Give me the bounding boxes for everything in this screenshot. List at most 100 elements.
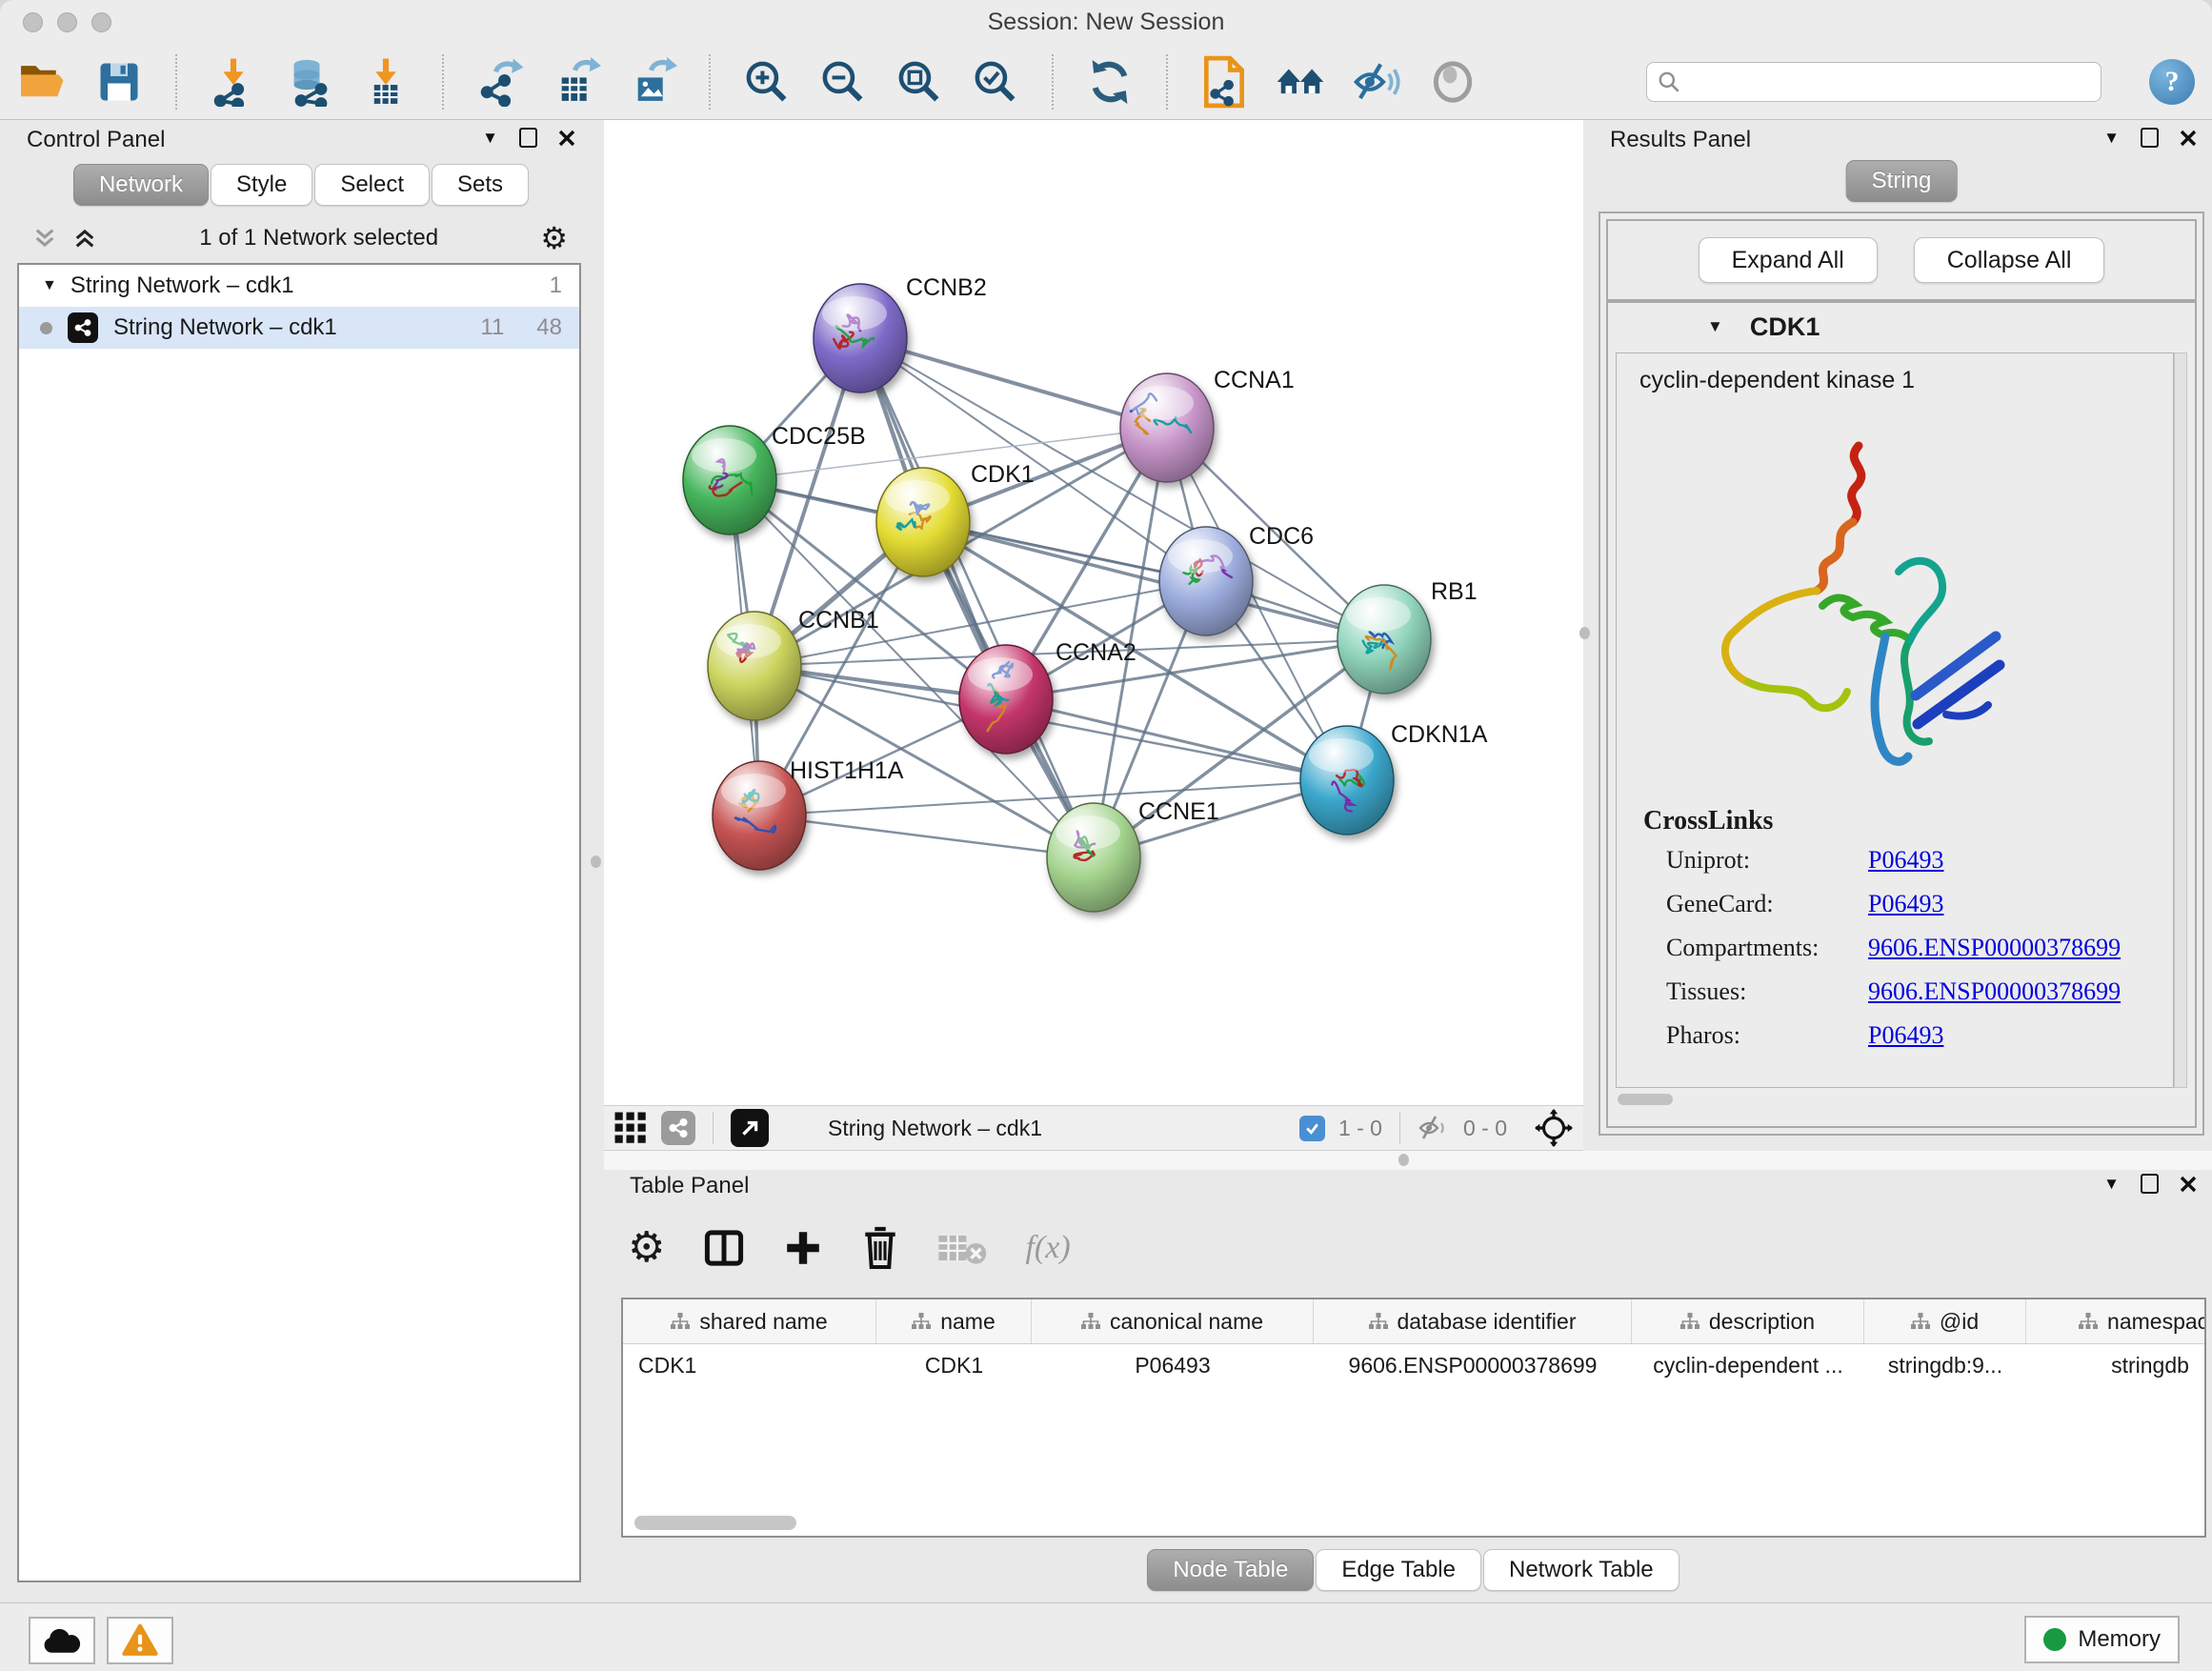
tab-node-table[interactable]: Node Table (1147, 1549, 1314, 1591)
zoom-in-icon[interactable] (741, 55, 793, 109)
import-table-icon[interactable] (360, 55, 412, 109)
column-header-name[interactable]: name (876, 1299, 1032, 1343)
tree-expand-icon[interactable]: ▼ (42, 277, 57, 294)
network-canvas[interactable]: CCNB2CCNA1CDC25BCDK1CDC6RB1CCNB1CCNA2CDK… (604, 120, 1583, 1105)
float-panel-icon[interactable] (2141, 128, 2159, 148)
column-hierarchy-icon (1911, 1313, 1930, 1330)
collapse-panel-icon[interactable]: ▼ (482, 129, 498, 148)
gene-section-header[interactable]: ▼ CDK1 (1608, 303, 2195, 351)
node-CCNA2[interactable] (959, 645, 1053, 754)
node-RB1[interactable] (1337, 585, 1431, 694)
node-gloss (822, 296, 887, 331)
node-CDC6[interactable] (1159, 527, 1253, 635)
collapse-panel-icon[interactable]: ▼ (2103, 1175, 2120, 1194)
zoom-fit-icon[interactable] (894, 55, 945, 109)
network-row[interactable]: String Network – cdk1 11 48 (19, 307, 579, 349)
results-horizontal-scroll-thumb[interactable] (1618, 1094, 1673, 1105)
column-header-database-identifier[interactable]: database identifier (1314, 1299, 1632, 1343)
table-horizontal-scroll-thumb[interactable] (634, 1516, 796, 1530)
create-column-icon[interactable] (783, 1228, 823, 1268)
warnings-button[interactable] (107, 1617, 173, 1664)
node-CDC25B[interactable] (683, 426, 776, 534)
memory-button[interactable]: Memory (2024, 1616, 2180, 1663)
zoom-selected-icon[interactable] (970, 55, 1021, 109)
network-options-gear-icon[interactable]: ⚙ (540, 220, 568, 256)
birds-eye-view-icon[interactable] (613, 1111, 648, 1145)
node-CCNB2[interactable] (814, 284, 907, 393)
crosslink-link[interactable]: 9606.ENSP00000378699 (1868, 934, 2121, 962)
string-results-container: Expand All Collapse All ▼ CDK1 cyclin-de… (1599, 211, 2204, 1136)
fit-selected-crosshair-icon[interactable] (1534, 1108, 1574, 1148)
zoom-out-icon[interactable] (817, 55, 869, 109)
export-table-icon[interactable] (551, 55, 602, 109)
crosslink-link[interactable]: P06493 (1868, 890, 1943, 918)
crosslink-link[interactable]: P06493 (1868, 1021, 1943, 1050)
column-header-@id[interactable]: @id (1864, 1299, 2026, 1343)
collapse-panel-icon[interactable]: ▼ (2103, 129, 2120, 148)
node-CDKN1A[interactable] (1300, 726, 1394, 835)
close-panel-icon[interactable] (2180, 130, 2197, 147)
column-header-canonical-name[interactable]: canonical name (1032, 1299, 1314, 1343)
tab-sets[interactable]: Sets (432, 164, 529, 206)
help-button[interactable]: ? (2149, 59, 2195, 105)
delete-column-icon[interactable] (861, 1226, 899, 1270)
network-selection-row: 1 of 1 Network selected ⚙ (19, 215, 583, 261)
tab-style[interactable]: Style (211, 164, 312, 206)
network-share-icon[interactable] (661, 1111, 695, 1145)
show-columns-icon[interactable] (703, 1227, 745, 1269)
selected-checkbox-icon[interactable] (1299, 1116, 1325, 1141)
float-panel-icon[interactable] (2141, 1174, 2159, 1194)
network-collection-row[interactable]: ▼ String Network – cdk1 1 (19, 265, 579, 307)
section-expand-icon[interactable]: ▼ (1707, 317, 1723, 336)
search-input[interactable] (1689, 69, 2091, 95)
tab-network-table[interactable]: Network Table (1483, 1549, 1679, 1591)
tab-edge-table[interactable]: Edge Table (1316, 1549, 1481, 1591)
tab-select[interactable]: Select (314, 164, 430, 206)
import-network-database-icon[interactable] (284, 55, 335, 109)
close-panel-icon[interactable] (558, 130, 575, 147)
clear-table-icon[interactable] (937, 1230, 987, 1266)
table-options-gear-icon[interactable]: ⚙ (628, 1227, 665, 1269)
function-builder-icon[interactable]: f(x) (1025, 1230, 1070, 1266)
collapse-all-button[interactable]: Collapse All (1914, 237, 2105, 283)
edge-CCNA2-CDKN1A[interactable] (1006, 699, 1347, 780)
search-field[interactable] (1646, 62, 2101, 102)
tab-string[interactable]: String (1846, 160, 1958, 202)
node-CCNE1[interactable] (1047, 803, 1140, 912)
table-panel-window-controls: ▼ (2103, 1174, 2197, 1194)
export-image-icon[interactable] (627, 55, 678, 109)
hide-selected-eye-icon[interactable] (1351, 55, 1402, 109)
detach-view-icon[interactable] (731, 1109, 769, 1147)
export-network-icon[interactable] (474, 55, 526, 109)
cloud-button[interactable] (29, 1617, 95, 1664)
tab-network[interactable]: Network (73, 164, 209, 206)
open-session-icon[interactable] (17, 55, 69, 109)
save-session-icon[interactable] (93, 55, 145, 109)
crosslink-link[interactable]: 9606.ENSP00000378699 (1868, 977, 2121, 1006)
expand-all-button[interactable]: Expand All (1699, 237, 1878, 283)
column-header-namespace[interactable]: namespace (2026, 1299, 2206, 1343)
column-header-description[interactable]: description (1632, 1299, 1864, 1343)
node-CCNA1[interactable] (1120, 373, 1214, 482)
expand-all-networks-icon[interactable] (72, 226, 97, 251)
import-network-file-icon[interactable] (208, 55, 259, 109)
node-table[interactable]: shared namenamecanonical namedatabase id… (621, 1298, 2206, 1538)
string-export-document-icon[interactable] (1198, 55, 1250, 109)
refresh-icon[interactable] (1084, 55, 1136, 109)
float-panel-icon[interactable] (519, 128, 537, 148)
crosslink-link[interactable]: P06493 (1868, 846, 1943, 875)
results-vertical-scrollbar[interactable] (2174, 352, 2187, 1088)
collapse-all-networks-icon[interactable] (32, 226, 57, 251)
splitter-handle[interactable] (1398, 1154, 1409, 1166)
table-panel: Table Panel ▼ ⚙ f(x) shared namenamecano… (614, 1170, 2212, 1603)
node-CCNB1[interactable] (708, 612, 801, 720)
close-panel-icon[interactable] (2180, 1176, 2197, 1193)
show-all-eye-icon[interactable] (1427, 55, 1478, 109)
node-CDK1[interactable] (876, 468, 970, 576)
edge-HIST1H1A-CCNE1[interactable] (759, 815, 1094, 857)
table-row[interactable]: CDK1CDK1P064939606.ENSP00000378699cyclin… (623, 1344, 2204, 1386)
column-header-shared-name[interactable]: shared name (623, 1299, 876, 1343)
right-splitter-handle[interactable] (1579, 627, 1590, 639)
first-neighbors-icon[interactable] (1275, 55, 1326, 109)
left-splitter-handle[interactable] (591, 856, 601, 868)
